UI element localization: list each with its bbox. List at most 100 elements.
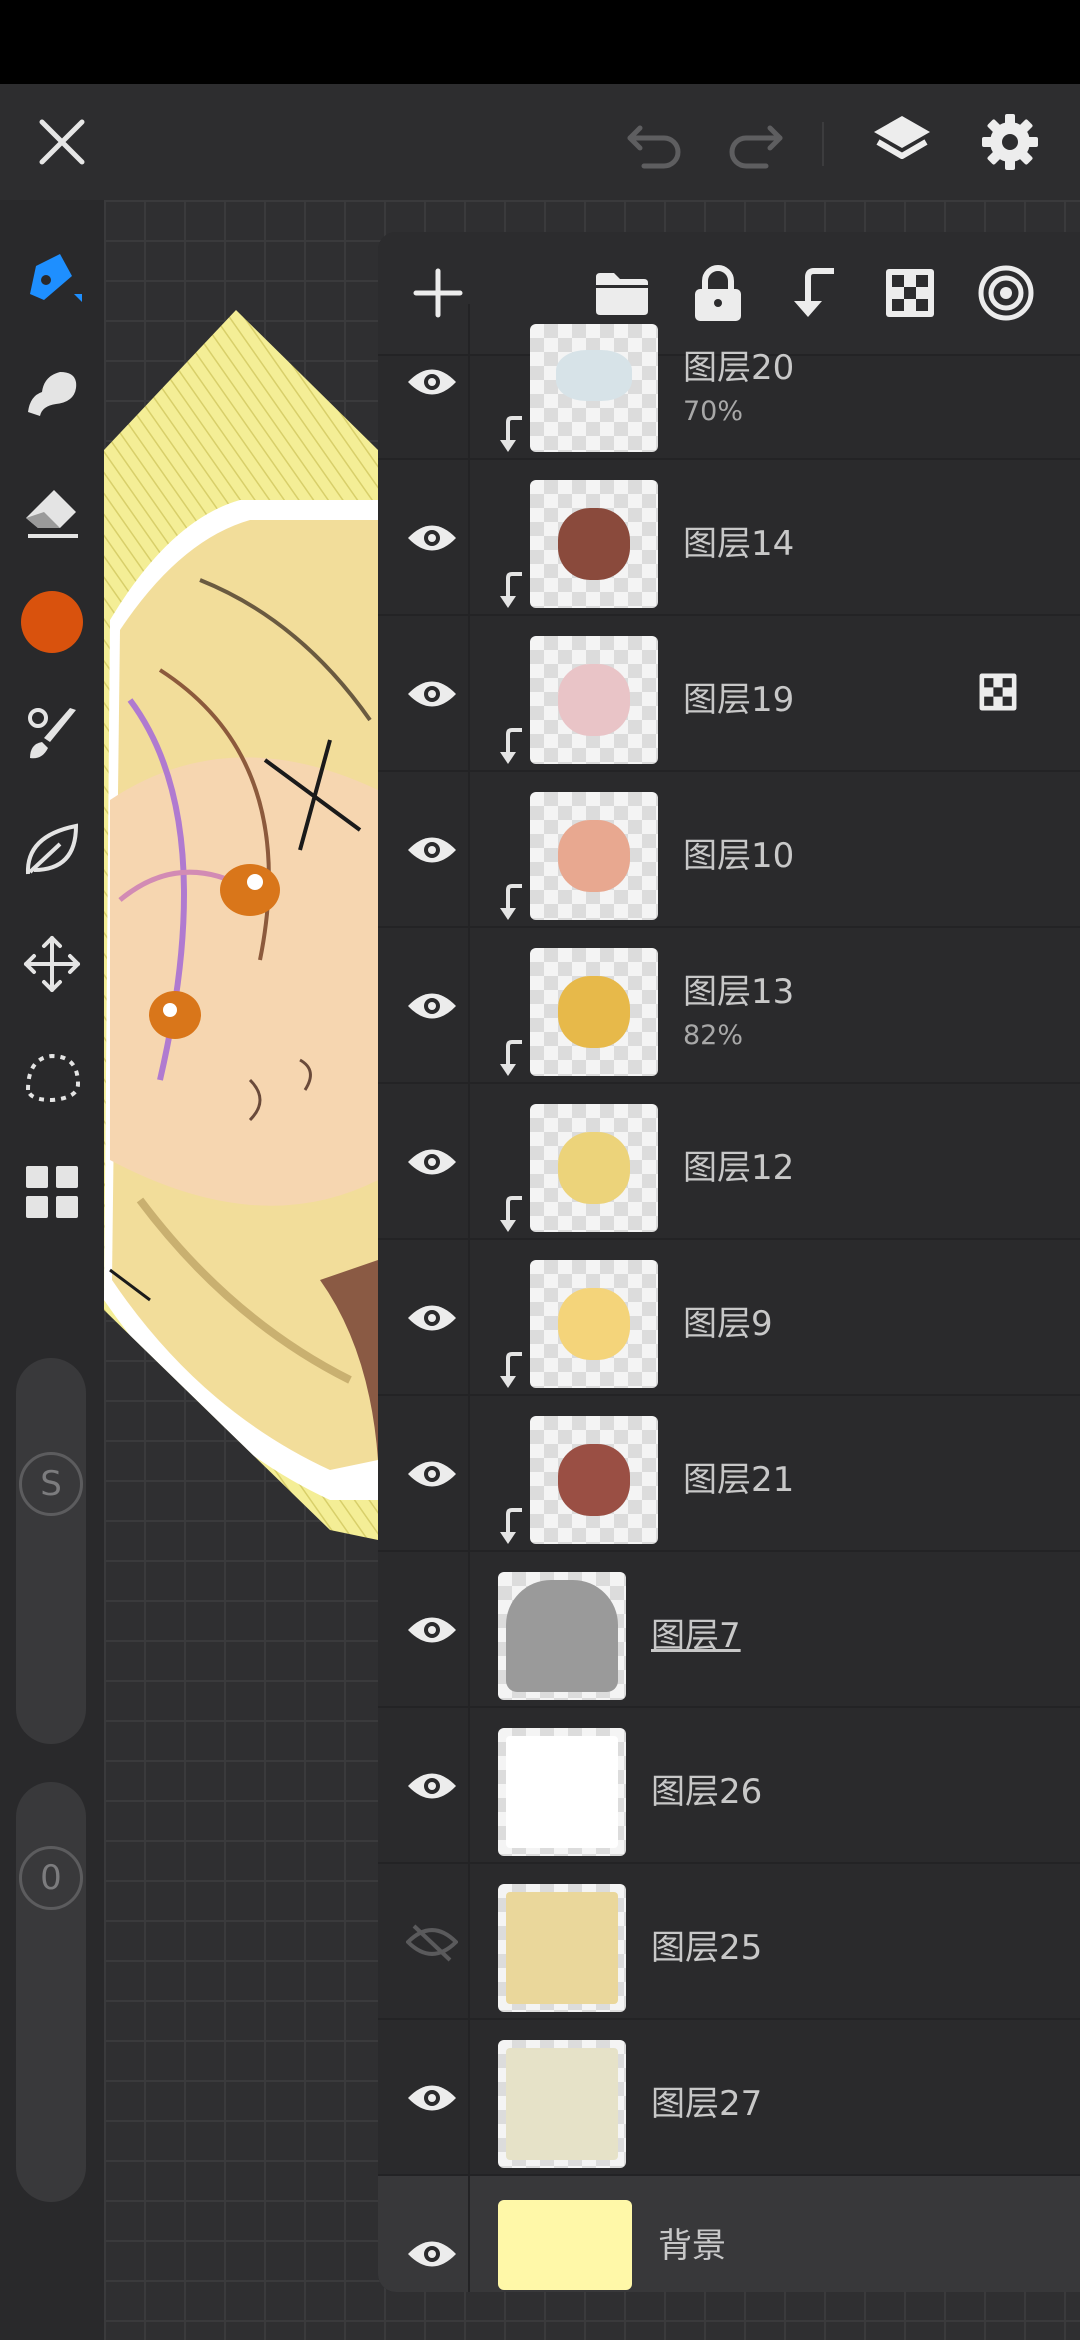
- smudge-tool-icon[interactable]: [16, 356, 88, 428]
- grid-tool-icon[interactable]: [16, 1156, 88, 1228]
- layer-name: 图层20: [683, 348, 795, 388]
- layer-thumbnail[interactable]: [530, 1260, 658, 1388]
- eye-icon[interactable]: [396, 1594, 468, 1666]
- clip-arrow-icon: [496, 882, 526, 924]
- transform-tool-icon[interactable]: [16, 928, 88, 1000]
- thumbnail-content: [558, 1444, 630, 1516]
- brush-size-knob[interactable]: S: [19, 1452, 83, 1516]
- visibility-column-divider: [468, 928, 470, 1082]
- clip-arrow-icon: [496, 570, 526, 612]
- layer-row[interactable]: 背景: [378, 2176, 1080, 2292]
- thumbnail-content: [558, 1132, 630, 1204]
- layer-name: 图层19: [683, 680, 795, 720]
- eye-icon[interactable]: [396, 1126, 468, 1198]
- tool-sidebar: S 0: [0, 200, 104, 2340]
- visibility-column-divider: [468, 304, 470, 458]
- visibility-column-divider: [468, 2176, 470, 2292]
- layer-thumbnail[interactable]: [530, 636, 658, 764]
- clip-arrow-icon: [496, 1194, 526, 1236]
- eye-icon[interactable]: [396, 1750, 468, 1822]
- pen-tool-icon[interactable]: [16, 240, 88, 312]
- layer-thumbnail[interactable]: [530, 948, 658, 1076]
- clip-arrow-icon: [496, 414, 526, 456]
- layer-opacity: 82%: [683, 1020, 744, 1051]
- alpha-lock-indicator-icon: [978, 672, 1022, 716]
- layer-row[interactable]: 图层9: [378, 1240, 1080, 1396]
- eye-icon[interactable]: [396, 658, 468, 730]
- close-icon[interactable]: [26, 106, 98, 178]
- layer-name: 图层13: [683, 972, 795, 1012]
- layer-row[interactable]: 图层21: [378, 1396, 1080, 1552]
- thumbnail-content: [505, 1891, 619, 2005]
- layer-thumbnail[interactable]: [498, 1728, 626, 1856]
- redo-icon[interactable]: [718, 106, 790, 178]
- eye-icon[interactable]: [396, 970, 468, 1042]
- layer-name: 图层27: [651, 2084, 763, 2124]
- visibility-column-divider: [468, 460, 470, 614]
- visibility-column-divider: [468, 1864, 470, 2018]
- layer-thumbnail[interactable]: [498, 1884, 626, 2012]
- layer-name: 背景: [658, 2226, 726, 2266]
- layer-thumbnail[interactable]: [530, 480, 658, 608]
- layer-name: 图层25: [651, 1928, 763, 1968]
- layer-thumbnail[interactable]: [530, 324, 658, 452]
- thumbnail-content: [558, 820, 630, 892]
- layers-icon[interactable]: [866, 106, 938, 178]
- undo-icon[interactable]: [620, 106, 692, 178]
- layer-row[interactable]: 图层25: [378, 1864, 1080, 2020]
- visibility-column-divider: [468, 1084, 470, 1238]
- visibility-column-divider: [468, 616, 470, 770]
- visibility-column-divider: [468, 1240, 470, 1394]
- top-bar: [0, 84, 1080, 200]
- brush-size-slider[interactable]: S: [16, 1358, 86, 1744]
- layer-thumbnail[interactable]: [530, 1104, 658, 1232]
- eye-hidden-icon[interactable]: [396, 1906, 468, 1978]
- layer-row[interactable]: 图层7: [378, 1552, 1080, 1708]
- layer-row[interactable]: 图层19: [378, 616, 1080, 772]
- thumbnail-content: [505, 2047, 619, 2161]
- eye-icon[interactable]: [396, 2218, 468, 2290]
- layer-name: 图层7: [651, 1616, 741, 1656]
- layer-row[interactable]: 图层20 70%: [378, 304, 1080, 460]
- layer-row[interactable]: 图层13 82%: [378, 928, 1080, 1084]
- leaf-tool-icon[interactable]: [16, 814, 88, 886]
- layer-row[interactable]: 图层14: [378, 460, 1080, 616]
- thumbnail-content: [558, 976, 630, 1048]
- visibility-column-divider: [468, 1552, 470, 1706]
- thumbnail-content: [498, 2200, 632, 2290]
- thumbnail-content: [505, 1579, 619, 1693]
- visibility-column-divider: [468, 1708, 470, 1862]
- thumbnail-content: [558, 1288, 630, 1360]
- gear-icon[interactable]: [974, 106, 1046, 178]
- visibility-column-divider: [468, 2020, 470, 2174]
- eye-icon[interactable]: [396, 1282, 468, 1354]
- layer-thumbnail[interactable]: [498, 2040, 626, 2168]
- layer-row[interactable]: 图层10: [378, 772, 1080, 928]
- layer-row[interactable]: 图层12: [378, 1084, 1080, 1240]
- eye-icon[interactable]: [396, 814, 468, 886]
- layers-list: 图层20 70% 图层14 图层19 图层10 图层13 82% 图层12 图层9 图层21 图层7…: [378, 304, 1080, 2292]
- layer-opacity: 70%: [683, 396, 744, 427]
- toolbar-divider: [822, 122, 824, 166]
- visibility-column-divider: [468, 1396, 470, 1550]
- eye-icon[interactable]: [396, 1438, 468, 1510]
- eye-icon[interactable]: [396, 502, 468, 574]
- brush-library-icon[interactable]: [16, 700, 88, 772]
- layer-thumbnail[interactable]: [530, 1416, 658, 1544]
- lasso-tool-icon[interactable]: [16, 1042, 88, 1114]
- layer-thumbnail[interactable]: [530, 792, 658, 920]
- eraser-tool-icon[interactable]: [16, 474, 88, 546]
- eye-icon[interactable]: [396, 2062, 468, 2134]
- layer-row[interactable]: 图层26: [378, 1708, 1080, 1864]
- brush-opacity-knob[interactable]: 0: [19, 1846, 83, 1910]
- layer-name: 图层21: [683, 1460, 795, 1500]
- layer-thumbnail[interactable]: [498, 2200, 632, 2290]
- brush-opacity-slider[interactable]: 0: [16, 1782, 86, 2202]
- thumbnail-content: [558, 508, 630, 580]
- layer-row[interactable]: 图层27: [378, 2020, 1080, 2176]
- layer-thumbnail[interactable]: [498, 1572, 626, 1700]
- eye-icon[interactable]: [396, 346, 468, 418]
- clip-arrow-icon: [496, 1350, 526, 1392]
- visibility-column-divider: [468, 772, 470, 926]
- color-swatch-icon[interactable]: [16, 586, 88, 658]
